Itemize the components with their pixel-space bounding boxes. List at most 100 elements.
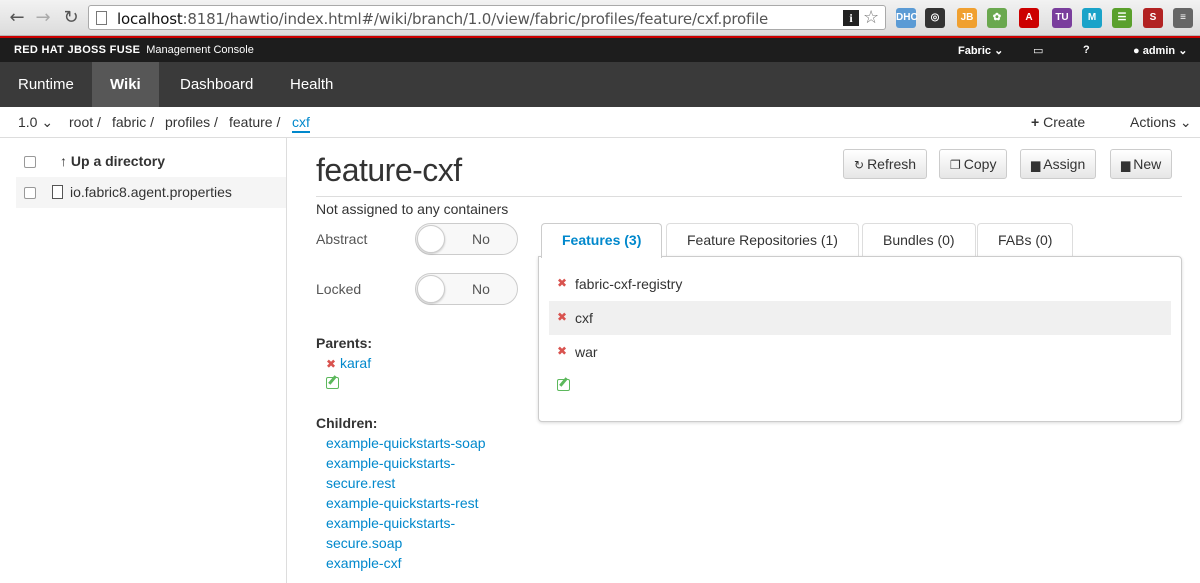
- forward-arrow-icon[interactable]: →: [32, 7, 54, 29]
- file-icon: [52, 185, 63, 199]
- branding-bar: RED HAT JBOSS FUSE Management Console Fab…: [0, 36, 1200, 62]
- list-item: ✖ cxf: [549, 301, 1171, 335]
- url-text[interactable]: localhost:8181/hawtio/index.html#/wiki/b…: [117, 10, 768, 28]
- breadcrumb-current[interactable]: cxf: [292, 114, 310, 133]
- title-divider: [316, 196, 1182, 197]
- info-icon[interactable]: i: [843, 10, 859, 26]
- refresh-button[interactable]: ↻ Refresh: [843, 149, 928, 179]
- chevron-down-icon: ⌄: [994, 45, 1004, 57]
- locked-label: Locked: [316, 281, 362, 297]
- file-list-panel: ↑ Up a directory io.fabric8.agent.proper…: [0, 138, 287, 583]
- file-row[interactable]: io.fabric8.agent.properties: [16, 177, 286, 208]
- child-link[interactable]: secure.soap: [326, 535, 402, 551]
- abstract-label: Abstract: [316, 231, 368, 247]
- list-item: ✖ fabric-cxf-registry: [549, 267, 1171, 301]
- page-icon: [96, 11, 107, 25]
- remove-icon[interactable]: ✖: [557, 310, 567, 324]
- chevron-down-icon: ⌄: [1178, 45, 1188, 57]
- up-arrow-icon: ↑: [60, 153, 67, 169]
- copy-icon: ❐: [950, 158, 961, 172]
- toggle-knob: [417, 225, 445, 253]
- truck-icon: ▆: [1121, 158, 1131, 172]
- assignment-status: Not assigned to any containers: [316, 201, 509, 217]
- feature-name: war: [575, 344, 598, 360]
- chevron-down-icon: ⌄: [1179, 114, 1192, 130]
- actions-menu[interactable]: Actions ⌄: [1130, 114, 1192, 131]
- ext-tu-icon[interactable]: TU: [1052, 8, 1072, 28]
- child-link[interactable]: example-cxf: [326, 555, 401, 571]
- breadcrumb-feature[interactable]: feature /: [229, 114, 280, 130]
- ext-circle-icon[interactable]: ◎: [925, 8, 945, 28]
- breadcrumb-root[interactable]: root /: [69, 114, 101, 130]
- assign-button[interactable]: ▆ Assign: [1020, 149, 1097, 179]
- copy-button[interactable]: ❐ Copy: [939, 149, 1008, 179]
- ext-tree-icon[interactable]: ✿: [987, 8, 1007, 28]
- nav-tab-dashboard[interactable]: Dashboard: [162, 62, 271, 107]
- toggle-value: No: [472, 231, 490, 247]
- remove-icon[interactable]: ✖: [326, 357, 336, 371]
- locked-toggle[interactable]: No: [415, 273, 518, 305]
- ext-acrobat-icon[interactable]: A: [1019, 8, 1039, 28]
- ext-bluesky-icon[interactable]: DHC: [896, 8, 918, 28]
- chevron-down-icon: ⌄: [41, 114, 54, 130]
- reload-icon[interactable]: ↻: [60, 7, 82, 29]
- parent-item[interactable]: ✖ karaf: [326, 355, 371, 371]
- truck-icon: ▆: [1031, 158, 1041, 172]
- up-directory-row[interactable]: ↑ Up a directory: [16, 146, 286, 177]
- remove-icon[interactable]: ✖: [557, 276, 567, 290]
- address-bar[interactable]: localhost:8181/hawtio/index.html#/wiki/b…: [88, 5, 886, 30]
- create-button[interactable]: + Create: [1031, 114, 1085, 130]
- bookmark-star-icon[interactable]: ☆: [863, 7, 879, 28]
- plus-icon: +: [1031, 114, 1040, 130]
- ext-m-icon[interactable]: M: [1082, 8, 1102, 28]
- edit-features-icon[interactable]: [557, 379, 570, 391]
- tab-features[interactable]: Features (3): [541, 223, 663, 258]
- select-all-checkbox[interactable]: [24, 156, 36, 168]
- brand-title: RED HAT JBOSS FUSE Management Console: [14, 44, 254, 56]
- ext-green-icon[interactable]: ☰: [1112, 8, 1132, 28]
- abstract-toggle[interactable]: No: [415, 223, 518, 255]
- toggle-knob: [417, 275, 445, 303]
- nav-tab-runtime[interactable]: Runtime: [0, 62, 92, 107]
- ext-jb-icon[interactable]: JB: [957, 8, 977, 28]
- child-link[interactable]: example-quickstarts-: [326, 455, 455, 471]
- refresh-icon: ↻: [854, 158, 865, 172]
- file-name[interactable]: io.fabric8.agent.properties: [70, 184, 232, 200]
- help-icon[interactable]: ?: [1083, 44, 1090, 56]
- child-link[interactable]: example-quickstarts-soap: [326, 435, 486, 451]
- user-icon: ●: [1133, 45, 1140, 57]
- tab-feature-repositories[interactable]: Feature Repositories (1): [666, 223, 859, 257]
- parents-heading: Parents:: [316, 335, 373, 351]
- remove-icon[interactable]: ✖: [557, 344, 567, 358]
- edit-parents-icon[interactable]: [326, 377, 339, 389]
- child-link[interactable]: example-quickstarts-rest: [326, 495, 479, 511]
- file-checkbox[interactable]: [24, 187, 36, 199]
- breadcrumb-fabric[interactable]: fabric /: [112, 114, 154, 130]
- breadcrumb-profiles[interactable]: profiles /: [165, 114, 218, 130]
- child-link[interactable]: secure.rest: [326, 475, 395, 491]
- new-button[interactable]: ▆ New: [1110, 149, 1173, 179]
- up-directory-link[interactable]: ↑ Up a directory: [60, 153, 165, 169]
- monitor-icon[interactable]: ▭: [1033, 44, 1043, 57]
- back-arrow-icon[interactable]: ←: [6, 7, 28, 29]
- branch-selector[interactable]: 1.0 ⌄: [18, 114, 53, 131]
- breadcrumb: 1.0 ⌄ root / fabric / profiles / feature…: [0, 107, 1200, 138]
- tab-fabs[interactable]: FABs (0): [977, 223, 1074, 257]
- features-panel: ✖ fabric-cxf-registry ✖ cxf ✖ war: [538, 256, 1182, 422]
- browser-toolbar: ← → ↻ localhost:8181/hawtio/index.html#/…: [0, 0, 1200, 36]
- ext-menu-icon[interactable]: ≡: [1173, 8, 1193, 28]
- ext-s-icon[interactable]: S: [1143, 8, 1163, 28]
- nav-tab-health[interactable]: Health: [272, 62, 351, 107]
- child-link[interactable]: example-quickstarts-: [326, 515, 455, 531]
- children-heading: Children:: [316, 415, 378, 431]
- list-item: ✖ war: [549, 335, 1171, 369]
- page-title: feature-cxf: [316, 152, 462, 188]
- main-nav: Runtime Wiki Dashboard Health: [0, 62, 1200, 107]
- user-menu[interactable]: ● admin ⌄: [1133, 44, 1187, 57]
- fabric-menu[interactable]: Fabric ⌄: [958, 44, 1003, 57]
- tab-bundles[interactable]: Bundles (0): [862, 223, 976, 257]
- nav-tab-wiki[interactable]: Wiki: [92, 62, 159, 107]
- toggle-value: No: [472, 281, 490, 297]
- feature-name: cxf: [575, 310, 593, 326]
- feature-name: fabric-cxf-registry: [575, 276, 683, 292]
